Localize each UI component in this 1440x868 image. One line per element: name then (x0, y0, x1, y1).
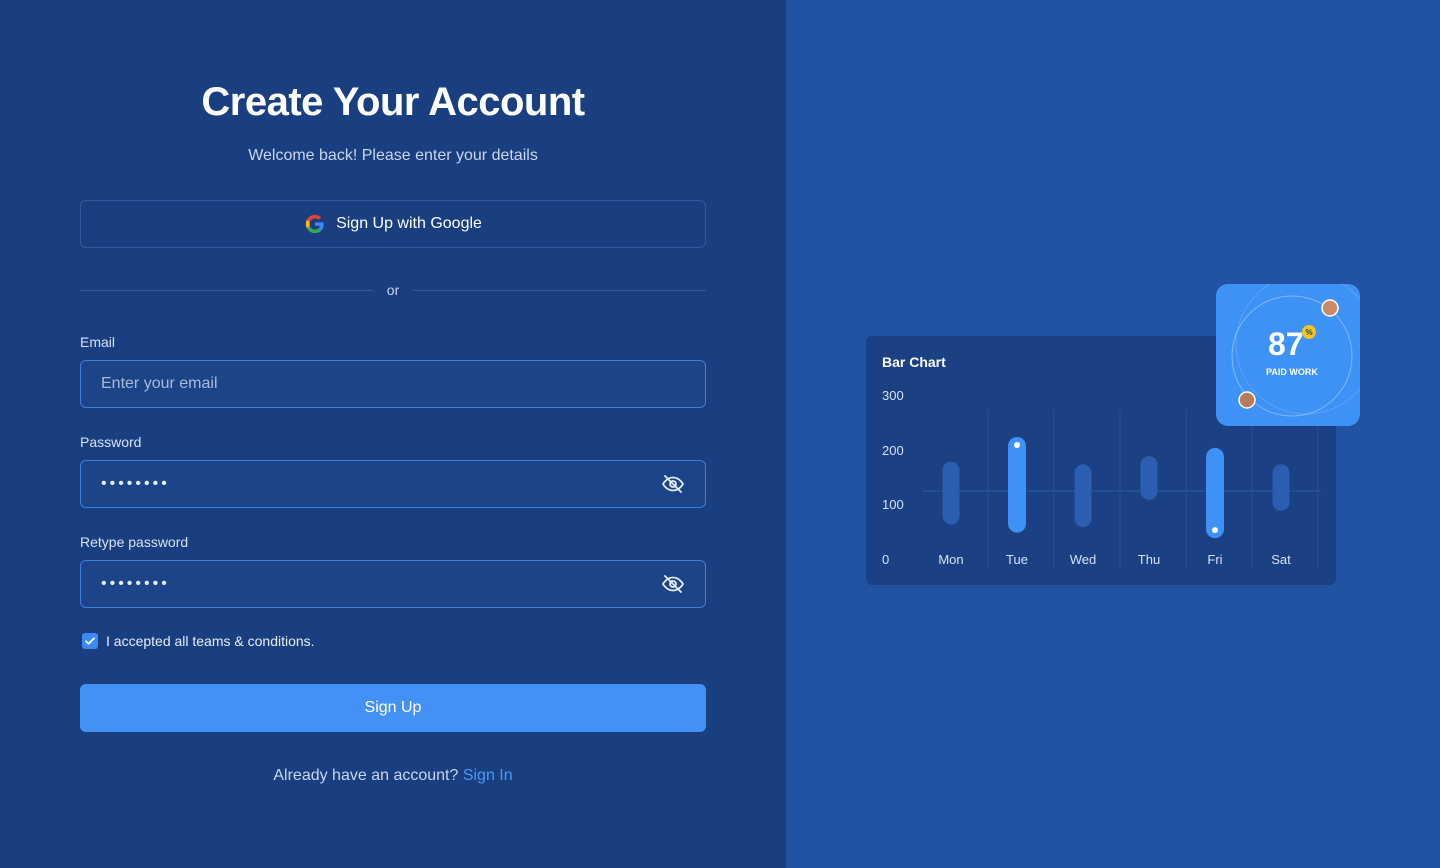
signup-panel: Create Your Account Welcome back! Please… (0, 0, 786, 868)
x-tick-label: Wed (1070, 552, 1097, 567)
x-tick-label: Sat (1271, 552, 1291, 567)
divider-line-left (80, 289, 373, 291)
bar (1074, 464, 1092, 528)
bar (1008, 437, 1026, 533)
avatar-icon (1238, 391, 1256, 409)
eye-off-icon[interactable] (661, 572, 685, 596)
password-input[interactable]: •••••••• (101, 475, 661, 493)
sign-in-link[interactable]: Sign In (463, 767, 513, 784)
paid-work-card: 87 PAID WORK % (1216, 284, 1360, 426)
bar (1206, 447, 1224, 539)
google-signup-button[interactable]: Sign Up with Google (80, 200, 706, 248)
terms-row: I accepted all teams & conditions. (82, 633, 315, 649)
chart-title: Bar Chart (882, 354, 946, 370)
google-signup-label: Sign Up with Google (336, 215, 482, 232)
page-title: Create Your Account (201, 80, 585, 124)
email-label: Email (80, 334, 116, 350)
x-tick-label: Mon (938, 552, 963, 567)
avatar-icon (1321, 299, 1339, 317)
percent-badge-text: % (1305, 328, 1312, 337)
terms-checkbox[interactable] (82, 633, 98, 649)
retype-password-input[interactable]: •••••••• (101, 575, 661, 593)
page-subtitle: Welcome back! Please enter your details (248, 147, 538, 164)
checkmark-icon (85, 637, 95, 645)
email-field[interactable] (80, 360, 706, 408)
google-logo-icon (304, 213, 326, 235)
signin-prompt-text: Already have an account? (273, 767, 459, 784)
signin-prompt: Already have an account? Sign In (0, 767, 786, 785)
y-tick-label: 100 (882, 497, 904, 512)
bar (942, 461, 960, 525)
bar-dot (1212, 527, 1218, 534)
divider-line-right (413, 289, 707, 291)
password-label: Password (80, 434, 142, 450)
y-tick-label: 0 (882, 552, 889, 567)
email-input[interactable] (101, 375, 685, 393)
or-divider: or (80, 280, 707, 300)
x-tick-label: Thu (1138, 552, 1160, 567)
x-tick-label: Fri (1207, 552, 1222, 567)
password-field[interactable]: •••••••• (80, 460, 706, 508)
terms-text: I accepted all teams & conditions. (106, 633, 315, 649)
bar-dot (1014, 442, 1020, 448)
retype-password-label: Retype password (80, 534, 189, 550)
y-tick-label: 200 (882, 443, 904, 458)
x-tick-label: Tue (1006, 552, 1028, 567)
sign-up-button[interactable]: Sign Up (80, 684, 706, 732)
stat-decorations: % (1238, 299, 1339, 409)
bar (1140, 456, 1158, 500)
bar (1272, 464, 1290, 511)
eye-off-icon[interactable] (661, 472, 685, 496)
y-tick-label: 300 (882, 388, 904, 403)
divider-text: or (386, 282, 400, 298)
retype-password-field[interactable]: •••••••• (80, 560, 706, 608)
